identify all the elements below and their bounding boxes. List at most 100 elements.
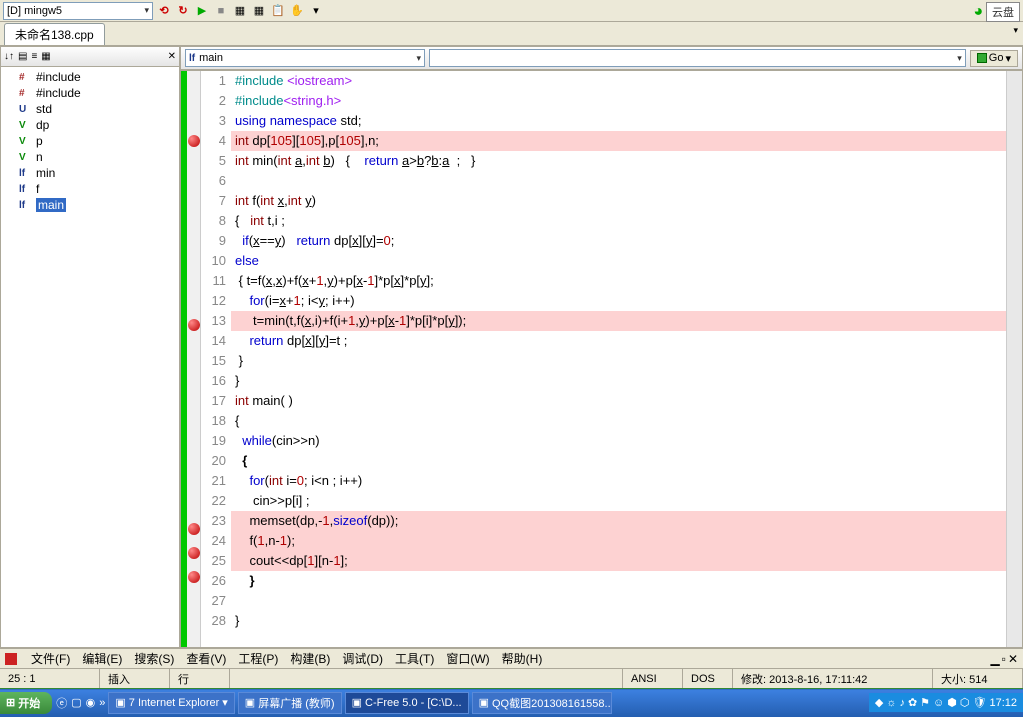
start-button[interactable]: ⊞ 开始 [0,692,52,714]
refresh-icon[interactable]: ⟲ [156,3,172,19]
menu-item[interactable]: 工程(P) [238,652,278,666]
menu-item[interactable]: 构建(B) [290,652,330,666]
close-sidebar-icon[interactable]: ✕ [168,51,176,62]
desktop-icon[interactable]: ▢ [71,696,81,709]
taskbar-item[interactable]: ▣7 Internet Explorer▾ [108,692,234,714]
file-tab[interactable]: 未命名138.cpp [4,23,105,45]
run-icon[interactable]: ▶ [194,3,210,19]
code-line[interactable]: #include<string.h> [231,91,1006,111]
code-line[interactable]: using namespace std; [231,111,1006,131]
menu-item[interactable]: 窗口(W) [446,652,489,666]
code-line[interactable]: for(int i=0; i<n ; i++) [231,471,1006,491]
code-line[interactable]: else [231,251,1006,271]
code-line[interactable]: memset(dp,-1,sizeof(dp)); [231,511,1006,531]
taskbar-item[interactable]: ▣C-Free 5.0 - [C:\D... [345,692,469,714]
code-line[interactable]: } [231,571,1006,591]
outline-item[interactable]: Ustd [1,101,179,117]
code-line[interactable]: #include <iostream> [231,71,1006,91]
code-area[interactable]: #include <iostream>#include<string.h>usi… [231,71,1006,647]
restore-icon[interactable]: ▫ [1002,652,1006,666]
tray-icon[interactable]: 🛡 [973,696,987,709]
outline-item[interactable]: ##include [1,85,179,101]
tray-icon[interactable]: ☺ [933,697,944,709]
code-line[interactable]: } [231,371,1006,391]
member-combo[interactable] [429,49,966,67]
ie-icon[interactable]: ⓔ [56,695,67,711]
code-line[interactable]: } [231,611,1006,631]
wechat-icon[interactable]: ◕ [973,3,983,21]
code-line[interactable]: { [231,411,1006,431]
menu-item[interactable]: 工具(T) [395,652,434,666]
code-line[interactable]: } [231,351,1006,371]
hand-icon[interactable]: ✋ [289,3,305,19]
list-icon[interactable]: ≡ [31,51,37,62]
outline-item[interactable]: Vp [1,133,179,149]
breakpoint-gutter[interactable] [187,71,201,647]
code-line[interactable]: if(x==y) return dp[x][y]=0; [231,231,1006,251]
code-line[interactable]: int main( ) [231,391,1006,411]
minimize-icon[interactable]: ▁ [990,652,999,666]
yunpan-button[interactable]: 云盘 [986,2,1020,22]
system-tray[interactable]: ◆ ☼ ♪ ✿ ⚑ ☺ ⬢ ⬡ 🛡 17:12 [869,693,1023,712]
build-all-icon[interactable]: ▦ [251,3,267,19]
code-line[interactable]: { [231,451,1006,471]
code-line[interactable]: t=min(t,f(x,i)+f(i+1,y)+p[x-1]*p[i]*p[y]… [231,311,1006,331]
taskbar-item[interactable]: ▣QQ截图201308161558... [472,692,612,714]
code-line[interactable]: return dp[x][y]=t ; [231,331,1006,351]
breakpoint-icon[interactable] [188,319,200,331]
go-button[interactable]: Go ▾ [970,50,1018,67]
outline-item[interactable]: lfmin [1,165,179,181]
menu-item[interactable]: 查看(V) [186,652,226,666]
close-icon[interactable]: ✕ [1008,652,1018,666]
breakpoint-icon[interactable] [188,547,200,559]
tray-icon[interactable]: ⚑ [920,696,930,709]
filter-icon[interactable]: ▤ [18,51,27,62]
tray-icon[interactable]: ☼ [886,697,896,709]
build-icon[interactable]: ▦ [232,3,248,19]
menu-item[interactable]: 文件(F) [31,652,70,666]
more-icon[interactable]: ▾ [308,3,324,19]
tray-icon[interactable]: ◆ [875,696,883,709]
media-icon[interactable]: ◉ [86,696,96,709]
scope-combo[interactable]: lf main [185,49,425,67]
code-line[interactable]: int f(int x,int y) [231,191,1006,211]
menu-item[interactable]: 帮助(H) [502,652,543,666]
menu-item[interactable]: 调试(D) [342,652,383,666]
outline-item[interactable]: Vdp [1,117,179,133]
outline-item[interactable]: ##include [1,69,179,85]
code-line[interactable]: cin>>p[i] ; [231,491,1006,511]
taskbar-item[interactable]: ▣屏幕广播 (教师) [238,692,342,714]
stop-icon[interactable]: ■ [213,3,229,19]
outline-item[interactable]: lfmain [1,197,179,213]
sort-icon[interactable]: ↓↑ [4,51,14,62]
code-line[interactable] [231,171,1006,191]
breakpoint-icon[interactable] [188,571,200,583]
reload-icon[interactable]: ↻ [175,3,191,19]
tray-icon[interactable]: ✿ [908,696,917,709]
chevron-down-icon: ▾ [222,696,228,709]
tab-dropdown-icon[interactable]: ▾ [1013,25,1018,36]
outline-item[interactable]: lff [1,181,179,197]
vertical-scrollbar[interactable] [1006,71,1022,647]
tray-icon[interactable]: ♪ [899,697,905,709]
breakpoint-icon[interactable] [188,523,200,535]
code-line[interactable]: int dp[105][105],p[105],n; [231,131,1006,151]
menu-item[interactable]: 编辑(E) [82,652,122,666]
tray-icon[interactable]: ⬢ [947,696,957,709]
code-editor[interactable]: 1234567891011121314151617181920212223242… [180,70,1023,648]
code-line[interactable]: f(1,n-1); [231,531,1006,551]
compiler-combo[interactable]: [D] mingw5 [3,2,153,20]
paste-icon[interactable]: 📋 [270,3,286,19]
code-line[interactable]: int min(int a,int b) { return a>b?b:a ; … [231,151,1006,171]
code-line[interactable]: for(i=x+1; i<y; i++) [231,291,1006,311]
code-line[interactable]: { int t,i ; [231,211,1006,231]
breakpoint-icon[interactable] [188,135,200,147]
outline-item[interactable]: Vn [1,149,179,165]
code-line[interactable] [231,591,1006,611]
code-line[interactable]: while(cin>>n) [231,431,1006,451]
code-line[interactable]: cout<<dp[1][n-1]; [231,551,1006,571]
menu-item[interactable]: 搜索(S) [134,652,174,666]
view-icon[interactable]: ▦ [41,51,50,62]
code-line[interactable]: { t=f(x,x)+f(x+1,y)+p[x-1]*p[x]*p[y]; [231,271,1006,291]
tray-icon[interactable]: ⬡ [960,696,970,709]
